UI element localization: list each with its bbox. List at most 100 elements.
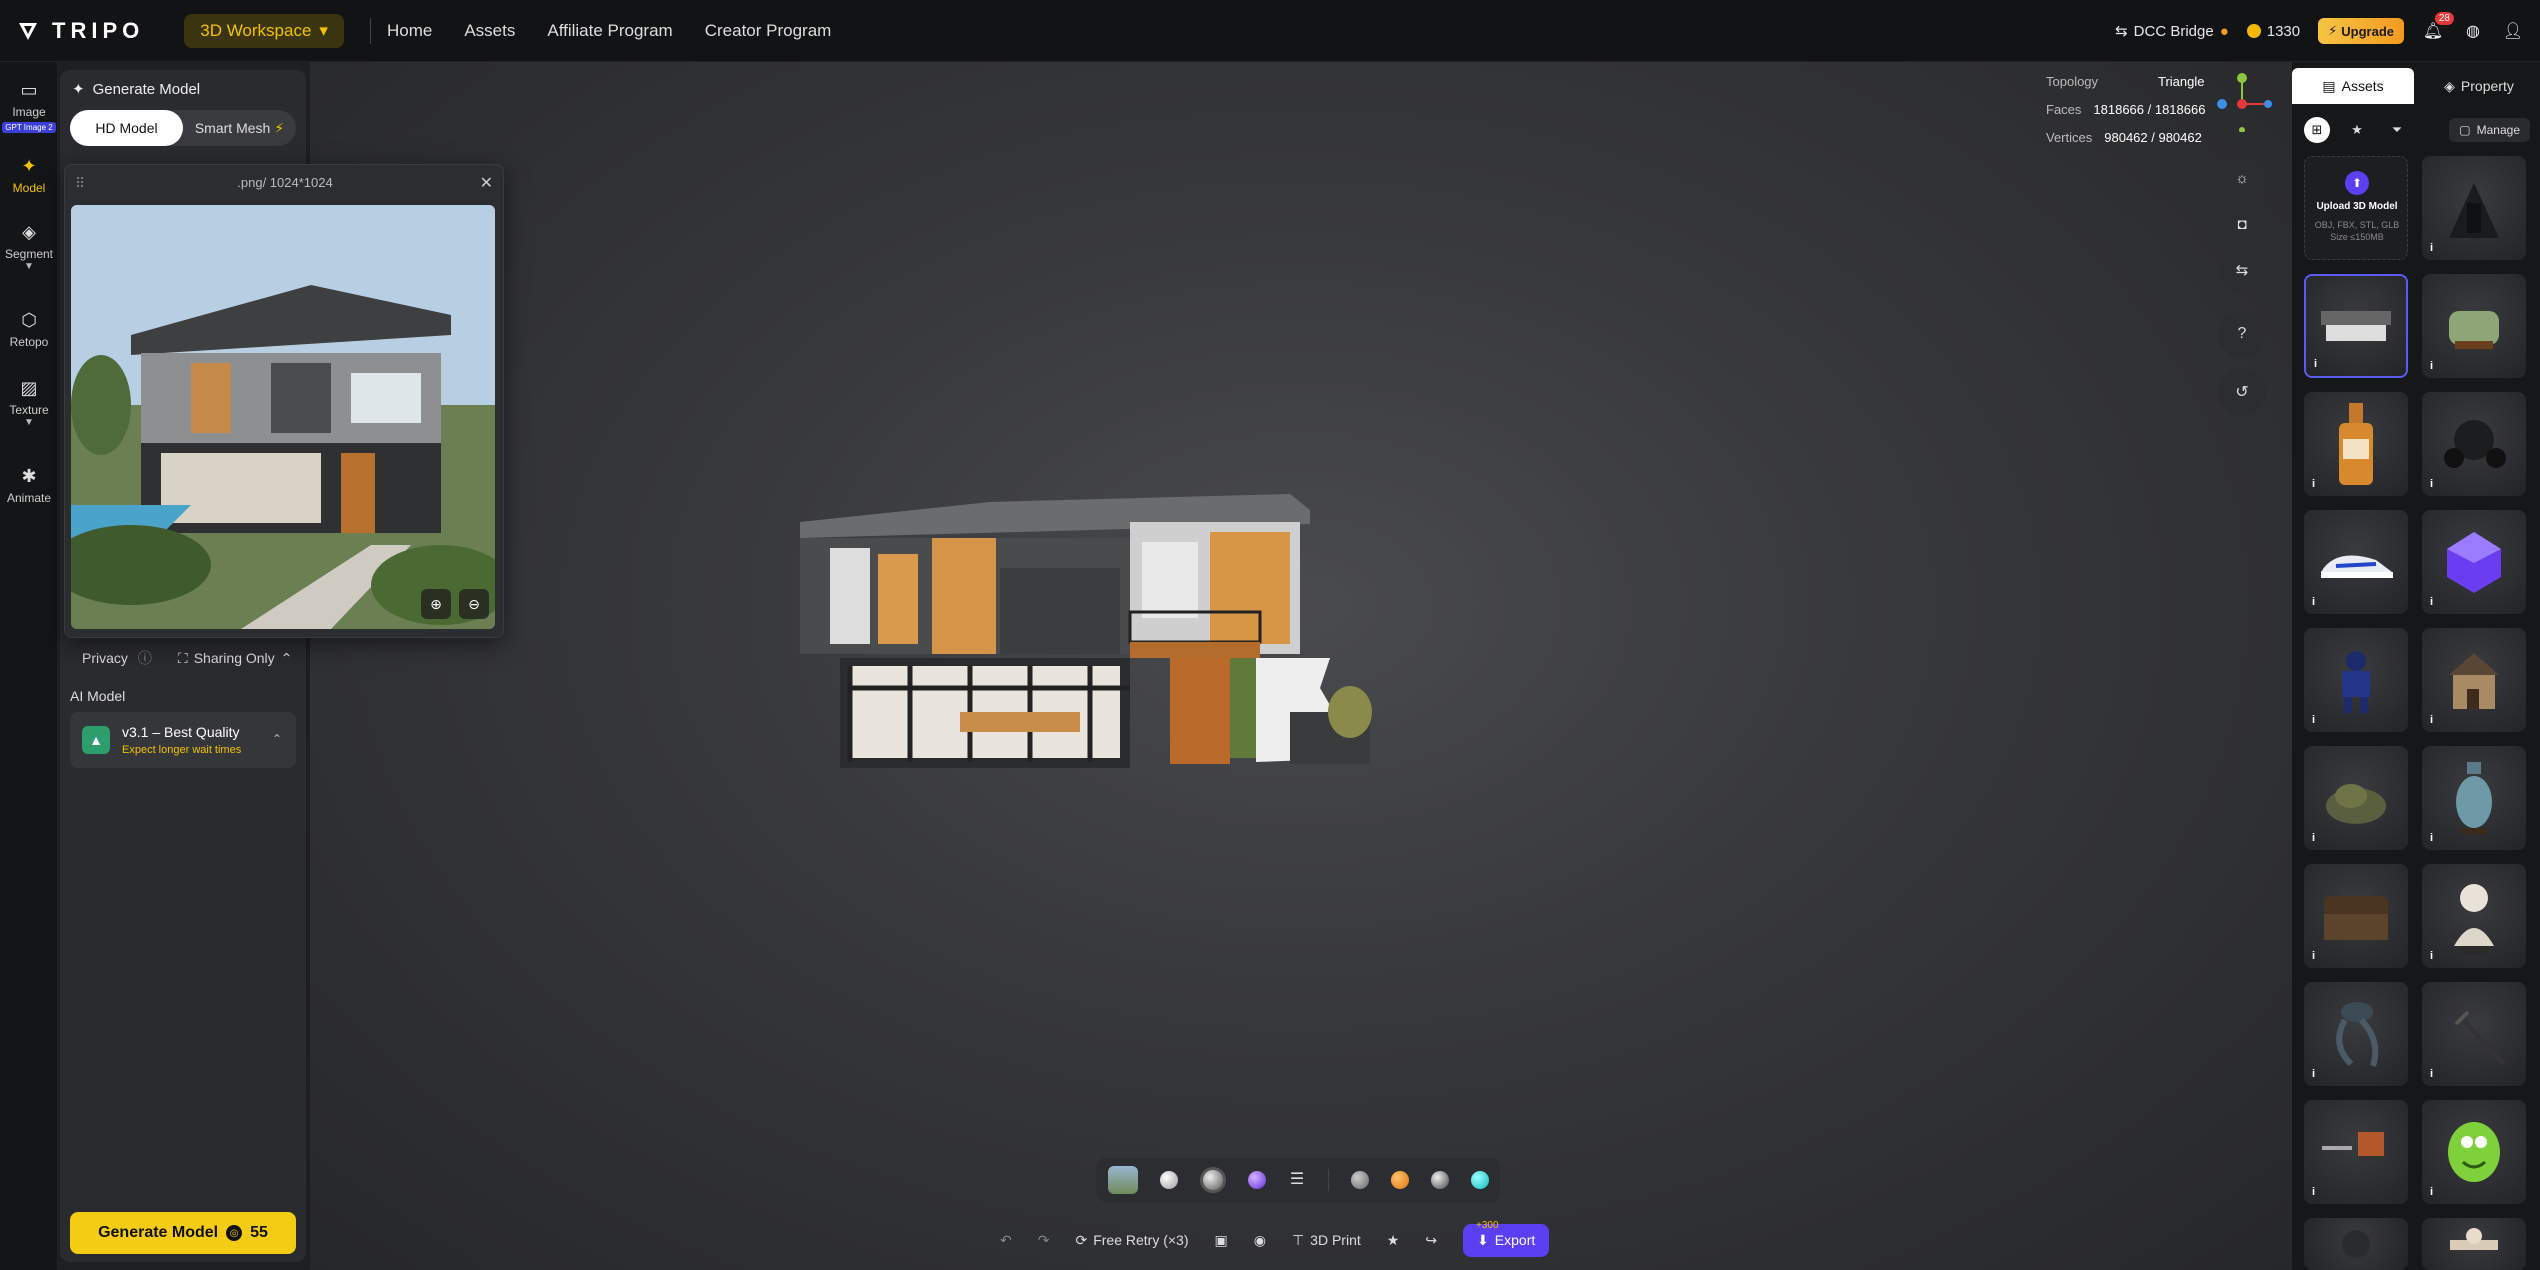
notification-button[interactable]: 🔔︎ 28	[2422, 12, 2454, 42]
lighting-icon[interactable]: ☼	[2230, 166, 2254, 190]
info-icon[interactable]: i	[2314, 358, 2317, 370]
close-icon[interactable]: ✕	[480, 173, 493, 193]
preview-thumbnail[interactable]	[1108, 1166, 1138, 1194]
asset-tile[interactable]: i	[2304, 392, 2408, 496]
hd-model-tab[interactable]: HD Model	[70, 110, 183, 146]
zoom-out-icon[interactable]: ⊖	[459, 589, 489, 619]
textured-sphere-icon[interactable]	[1200, 1167, 1226, 1193]
history-icon[interactable]: ↺	[2218, 368, 2266, 416]
favorite-icon[interactable]: ★	[1387, 1232, 1400, 1249]
normal-sphere-icon[interactable]	[1248, 1171, 1266, 1189]
axis-gizmo-icon[interactable]	[2212, 72, 2272, 132]
asset-tile[interactable]: i	[2422, 982, 2526, 1086]
asset-tile[interactable]: i	[2422, 510, 2526, 614]
smart-mesh-tab[interactable]: Smart Mesh ⚡	[183, 110, 296, 146]
asset-tile[interactable]: i	[2422, 1100, 2526, 1204]
zoom-in-icon[interactable]: ⊕	[421, 589, 451, 619]
cyan-material-icon[interactable]	[1471, 1171, 1489, 1189]
info-icon[interactable]: i	[2430, 714, 2433, 726]
undo-icon[interactable]: ↶	[1000, 1232, 1012, 1249]
info-icon[interactable]: i	[2430, 596, 2433, 608]
free-retry-button[interactable]: ⟳ Free Retry (×3)	[1075, 1232, 1188, 1249]
asset-tile[interactable]: i	[2304, 1100, 2408, 1204]
info-icon[interactable]: i	[2430, 950, 2433, 962]
asset-tile[interactable]: i	[2422, 274, 2526, 378]
star-filter-icon[interactable]: ★	[2344, 117, 2370, 143]
asset-tile[interactable]: i	[2422, 628, 2526, 732]
reference-image-popup[interactable]: ⠿ .png/ 1024*1024 ✕ ⊕ ⊖	[64, 164, 504, 638]
sharing-dropdown[interactable]: ⛶ Sharing Only ⌃	[178, 650, 292, 667]
nav-affiliate[interactable]: Affiliate Program	[547, 21, 672, 41]
upgrade-button[interactable]: ⚡ Upgrade	[2318, 18, 2404, 44]
ai-model-select[interactable]: ▲ v3.1 – Best Quality Expect longer wait…	[70, 712, 296, 768]
info-icon[interactable]: i	[2430, 1068, 2433, 1080]
help-icon[interactable]: ⓘ	[138, 648, 152, 668]
info-icon[interactable]: i	[2430, 1186, 2433, 1198]
rail-retopo[interactable]: ⬡ Retopo	[0, 310, 58, 349]
nav-creator[interactable]: Creator Program	[705, 21, 832, 41]
info-icon[interactable]: i	[2312, 478, 2315, 490]
asset-tile[interactable]: i	[2422, 156, 2526, 260]
manage-button[interactable]: ▢ Manage	[2449, 118, 2530, 142]
asset-tile[interactable]: i	[2304, 510, 2408, 614]
grey-material-icon[interactable]	[1351, 1171, 1369, 1189]
camera-icon[interactable]: ◘	[2230, 212, 2254, 236]
orange-material-icon[interactable]	[1391, 1171, 1409, 1189]
filter-icon[interactable]: ⏷	[2384, 117, 2410, 143]
info-icon[interactable]: i	[2312, 714, 2315, 726]
asset-thumbnail	[2449, 183, 2499, 238]
nav-home[interactable]: Home	[387, 21, 432, 41]
info-icon[interactable]: i	[2312, 832, 2315, 844]
sliders-icon[interactable]: ☰	[1288, 1171, 1306, 1189]
info-icon[interactable]: i	[2430, 832, 2433, 844]
info-icon[interactable]: i	[2430, 478, 2433, 490]
cube-icon: ◈	[22, 222, 36, 242]
dcc-bridge-button[interactable]: ⇆ DCC Bridge ●	[2115, 22, 2229, 41]
info-icon[interactable]: i	[2312, 596, 2315, 608]
metal-material-icon[interactable]	[1431, 1171, 1449, 1189]
nav-assets[interactable]: Assets	[464, 21, 515, 41]
rail-model[interactable]: ✦ Model	[0, 156, 58, 195]
help-icon[interactable]: ?	[2218, 310, 2266, 358]
rail-segment[interactable]: ◈ Segment ▼	[0, 222, 58, 272]
asset-tile[interactable]: i	[2422, 392, 2526, 496]
3d-print-button[interactable]: ⊤ 3D Print	[1292, 1232, 1361, 1249]
asset-tile[interactable]: i	[2304, 982, 2408, 1086]
house-model[interactable]	[790, 462, 1390, 782]
info-icon[interactable]: i	[2430, 242, 2433, 254]
asset-tile-selected[interactable]: i	[2304, 274, 2408, 378]
language-button[interactable]: ◍	[2462, 20, 2484, 42]
grid-view-icon[interactable]: ⊞	[2304, 117, 2330, 143]
asset-tile[interactable]: i	[2304, 864, 2408, 968]
generate-model-button[interactable]: Generate Model ◎ 55	[70, 1212, 296, 1254]
asset-tile[interactable]: i	[2422, 746, 2526, 850]
asset-tile[interactable]: i	[2422, 864, 2526, 968]
asset-tile[interactable]: i	[2304, 628, 2408, 732]
rail-animate[interactable]: ✱ Animate	[0, 466, 58, 505]
logo[interactable]: TRIPO	[16, 18, 144, 44]
transform-icon[interactable]: ⇆	[2230, 258, 2254, 282]
tab-assets[interactable]: ▤ Assets	[2292, 68, 2414, 104]
workspace-dropdown[interactable]: 3D Workspace ▾	[184, 13, 344, 48]
asset-tile[interactable]	[2422, 1218, 2526, 1270]
share-icon[interactable]: ↪	[1425, 1232, 1437, 1249]
info-icon[interactable]: i	[2312, 950, 2315, 962]
sparkle-icon: ✦	[72, 81, 85, 98]
credits[interactable]: 1330	[2246, 23, 2300, 40]
gift-icon[interactable]: ▣	[1215, 1232, 1228, 1249]
tab-property[interactable]: ◈ Property	[2418, 68, 2540, 104]
bolt-icon: ⚡	[274, 119, 285, 136]
ar-view-icon[interactable]: ◉	[1254, 1232, 1266, 1249]
asset-tile[interactable]: i	[2304, 746, 2408, 850]
redo-icon[interactable]: ↷	[1038, 1232, 1050, 1249]
3d-viewport[interactable]	[310, 62, 2292, 1270]
asset-tile[interactable]	[2304, 1218, 2408, 1270]
info-icon[interactable]: i	[2312, 1186, 2315, 1198]
rail-texture[interactable]: ▨ Texture ▼	[0, 378, 58, 428]
clay-sphere-icon[interactable]	[1160, 1171, 1178, 1189]
upload-3d-model[interactable]: ⬆ Upload 3D Model OBJ, FBX, STL, GLB Siz…	[2304, 156, 2408, 260]
info-icon[interactable]: i	[2312, 1068, 2315, 1080]
rail-image[interactable]: ▭ Image GPT Image 2	[0, 80, 58, 133]
account-button[interactable]: 👤︎	[2502, 20, 2524, 42]
info-icon[interactable]: i	[2430, 360, 2433, 372]
